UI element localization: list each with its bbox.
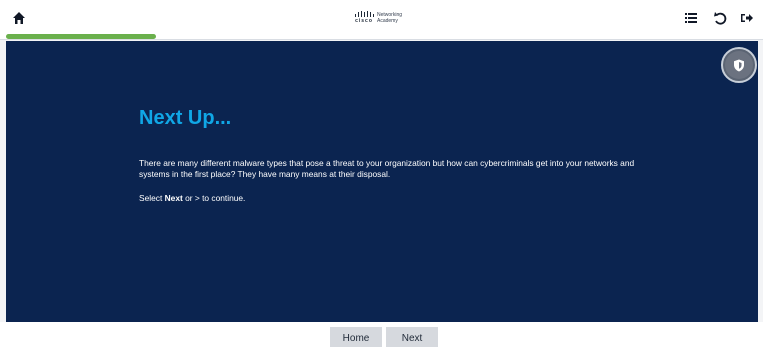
brand-line2: Academy bbox=[377, 17, 398, 24]
next-button[interactable]: Next bbox=[386, 327, 438, 347]
continue-prefix: Select bbox=[139, 193, 165, 203]
menu-list-icon[interactable] bbox=[683, 10, 699, 26]
lesson-panel: Next Up... There are many different malw… bbox=[6, 41, 758, 322]
top-bar: cisco Networking Academy bbox=[0, 0, 763, 40]
continue-instruction: Select Next or > to continue. bbox=[139, 193, 245, 203]
brand-text: Networking Academy bbox=[377, 12, 402, 24]
brand-logo: cisco Networking Academy bbox=[354, 11, 402, 24]
continue-suffix: or > to continue. bbox=[182, 193, 246, 203]
home-button[interactable]: Home bbox=[330, 327, 382, 347]
accessibility-shield-button[interactable] bbox=[721, 47, 757, 83]
bottom-nav: Home Next bbox=[0, 322, 763, 347]
brand-name: cisco bbox=[355, 18, 373, 24]
page-title: Next Up... bbox=[139, 107, 232, 129]
continue-next-bold: Next bbox=[164, 193, 183, 203]
intro-paragraph: There are many different malware types t… bbox=[139, 158, 635, 179]
cisco-bars-icon bbox=[355, 11, 374, 17]
home-icon[interactable] bbox=[12, 11, 26, 25]
undo-icon[interactable] bbox=[712, 10, 728, 26]
exit-icon[interactable] bbox=[739, 10, 755, 26]
shield-icon bbox=[725, 51, 753, 79]
app-frame: cisco Networking Academy Next Up... Ther… bbox=[0, 0, 763, 347]
progress-bar bbox=[6, 34, 758, 39]
cisco-logo: cisco bbox=[354, 11, 374, 24]
progress-fill bbox=[6, 34, 157, 39]
